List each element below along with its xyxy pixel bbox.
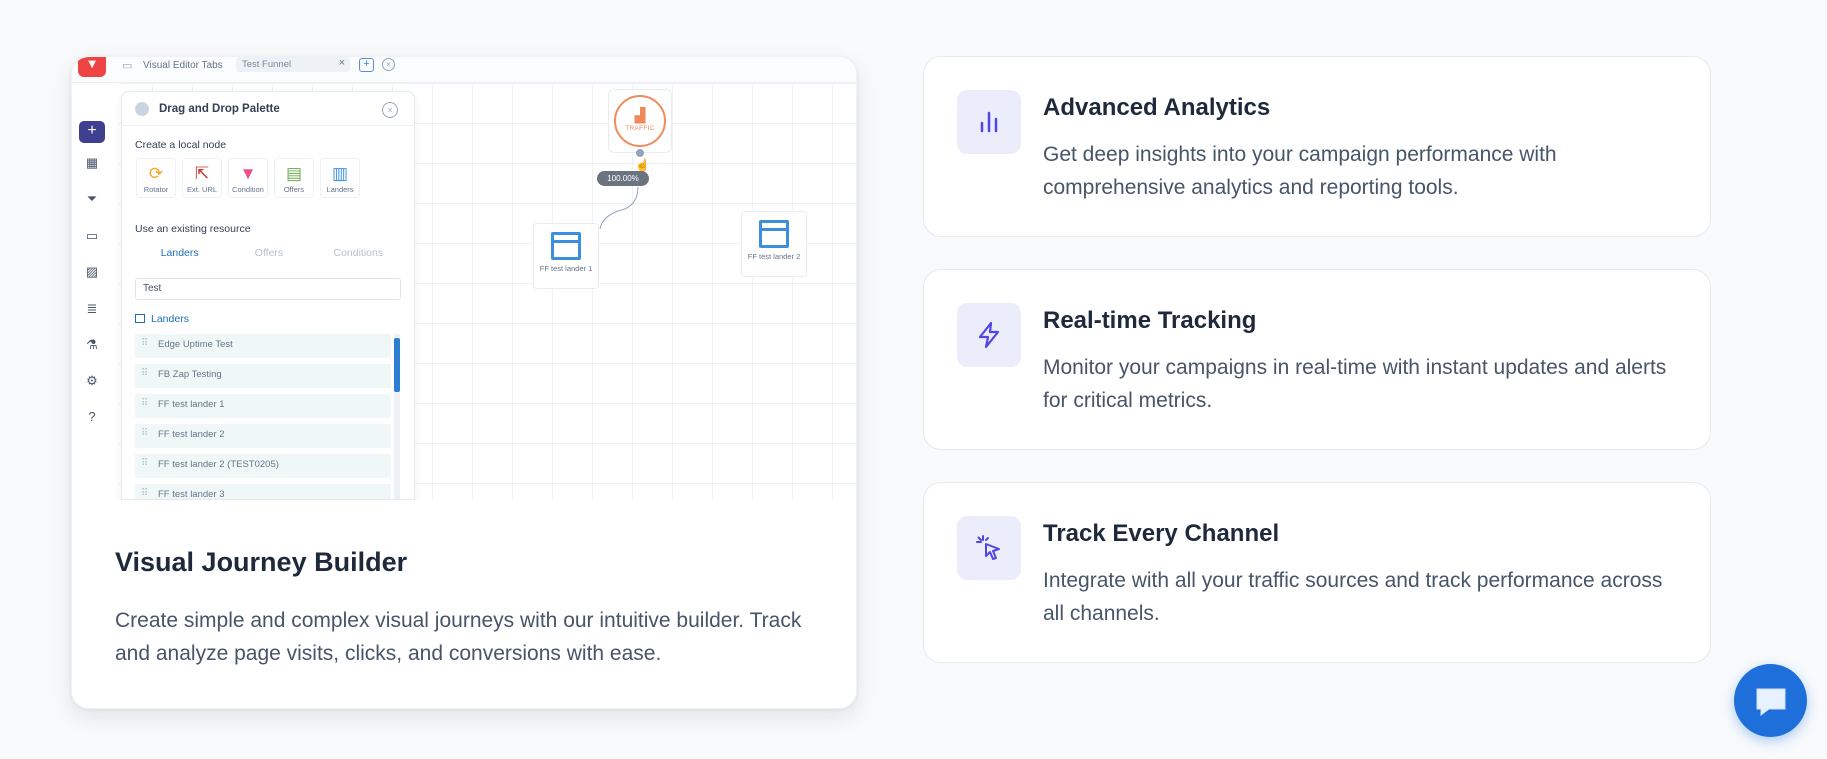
chat-bubble-icon <box>1756 688 1785 716</box>
lander-window-icon <box>759 220 789 248</box>
chat-button[interactable] <box>1734 664 1807 737</box>
connector-handle[interactable] <box>636 149 644 157</box>
feature-card-realtime: Real-time Tracking Monitor your campaign… <box>923 269 1711 450</box>
traffic-label: TRAFFIC <box>625 125 655 132</box>
traffic-node[interactable]: ▟ TRAFFIC <box>608 89 672 153</box>
bar-chart-icon: ▟ <box>634 107 646 123</box>
lightning-icon <box>957 303 1021 367</box>
hero-card-body: Visual Journey Builder Create simple and… <box>72 500 856 708</box>
split-badge: 100.00% <box>597 171 649 186</box>
hero-title: Visual Journey Builder <box>115 547 408 577</box>
visual-journey-builder-card: ▼ ▭ Visual Editor Tabs Test Funnel × + ×… <box>71 56 857 709</box>
lander-caption: FF test lander 1 <box>539 264 593 273</box>
feature-title: Advanced Analytics <box>1043 94 1271 121</box>
feature-description: Monitor your campaigns in real-time with… <box>1043 356 1667 412</box>
builder-screenshot: ▼ ▭ Visual Editor Tabs Test Funnel × + ×… <box>72 57 856 500</box>
traffic-ring: ▟ TRAFFIC <box>614 95 666 147</box>
hand-cursor-icon: ☝ <box>635 158 650 172</box>
feature-title: Track Every Channel <box>1043 520 1280 547</box>
lander-node-1[interactable]: FF test lander 1 <box>533 223 599 289</box>
pointer-click-icon <box>957 516 1021 580</box>
hero-description: Create simple and complex visual journey… <box>115 609 802 665</box>
bar-chart-icon <box>957 90 1021 154</box>
feature-description: Get deep insights into your campaign per… <box>1043 143 1557 199</box>
flow-connector <box>599 186 639 230</box>
feature-description: Integrate with all your traffic sources … <box>1043 569 1663 625</box>
lander-node-2[interactable]: FF test lander 2 <box>741 211 807 277</box>
feature-card-analytics: Advanced Analytics Get deep insights int… <box>923 56 1711 237</box>
feature-card-channels: Track Every Channel Integrate with all y… <box>923 482 1711 663</box>
lander-window-icon <box>551 232 581 260</box>
lander-caption: FF test lander 2 <box>747 252 801 261</box>
feature-title: Real-time Tracking <box>1043 307 1257 334</box>
